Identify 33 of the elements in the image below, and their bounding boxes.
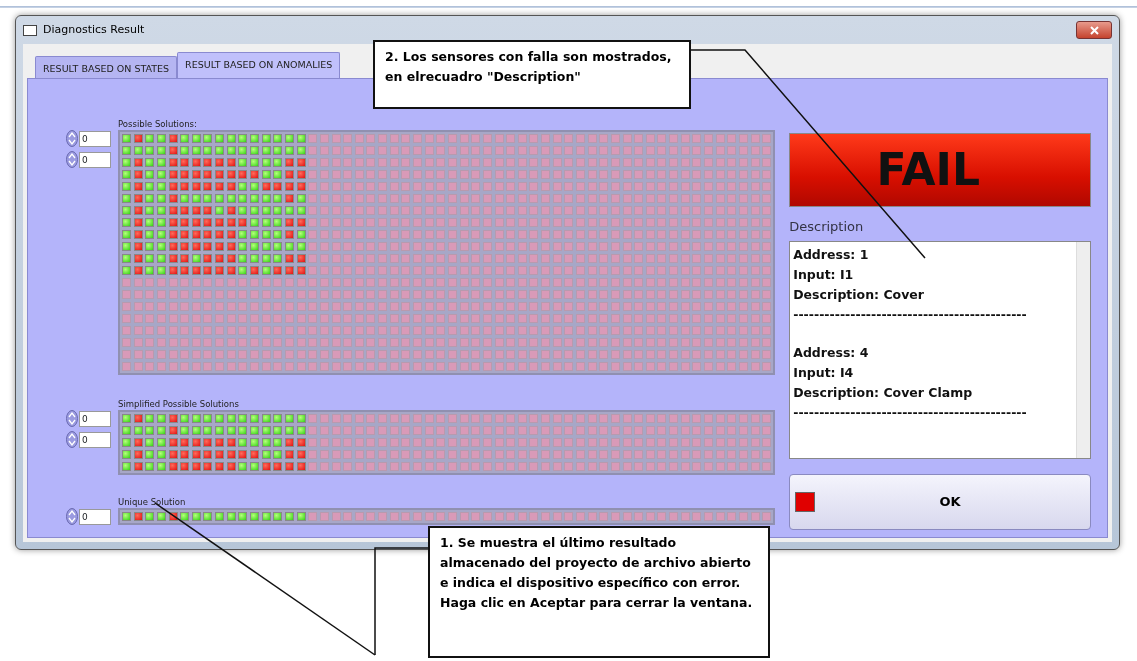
description-line: Address: 1 <box>793 245 870 264</box>
description-label: Description <box>789 218 865 236</box>
scrollbar[interactable] <box>1076 241 1090 458</box>
spinner-arrows-icon[interactable] <box>66 130 78 147</box>
index-field[interactable]: 0 <box>79 130 111 147</box>
index-field[interactable]: 0 <box>79 508 111 525</box>
separator-line: --------------------------------------------- <box>793 403 1028 422</box>
description-line: Address: 4 <box>793 343 870 362</box>
close-icon <box>1089 25 1099 35</box>
index-field[interactable]: 0 <box>79 431 111 448</box>
grid-label: Simplified Possible Solutions <box>118 399 240 410</box>
spinner-arrows-icon[interactable] <box>66 151 78 168</box>
spinner-arrows-icon[interactable] <box>66 431 78 448</box>
separator-line: --------------------------------------------- <box>793 305 1028 324</box>
description-line: Input: I4 <box>793 363 855 382</box>
grid-label: Possible Solutions: <box>118 119 198 130</box>
index-field[interactable]: 0 <box>79 151 111 168</box>
ok-button[interactable]: OK <box>789 473 1091 530</box>
annotation-callout: 2. Los sensores con falla son mostrados, en elrecuadro "Description" <box>373 40 691 109</box>
index-field[interactable]: 0 <box>79 410 111 427</box>
description-line: Description: Cover <box>793 285 925 304</box>
grid-label: Unique Solution <box>118 497 187 508</box>
app-icon <box>23 24 37 36</box>
description-line: Description: Cover Clamp <box>793 383 974 402</box>
status-banner: FAIL <box>789 133 1091 207</box>
annotation-callout: 1. Se muestra el último resultado almacenado del proyecto de archivo abierto e indica el dispositivo específico con error. Haga clic en Aceptar para cerrar la ventana. <box>428 526 770 658</box>
spinner-arrows-icon[interactable] <box>66 508 78 525</box>
description-line: Input: I1 <box>793 265 855 284</box>
spinner-arrows-icon[interactable] <box>66 410 78 427</box>
tab[interactable]: RESULT BASED ON STATES <box>35 56 178 78</box>
tab[interactable]: RESULT BASED ON ANOMALIES <box>177 52 341 78</box>
window-title: Diagnostics Result <box>43 21 145 38</box>
close-button[interactable] <box>1076 21 1112 39</box>
